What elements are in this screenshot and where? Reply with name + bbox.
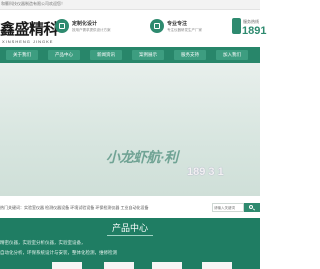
product-category-tab[interactable] bbox=[152, 262, 182, 269]
nav-label: 案例展示 bbox=[139, 52, 157, 57]
nav-item-about[interactable]: 关于我们 bbox=[6, 50, 38, 60]
feature-custom-design: 定制化设计 按用户需求提供设计方案 bbox=[55, 16, 115, 38]
feature-professional: 专业专注 专注仪器研发生产厂家 bbox=[150, 16, 210, 38]
product-category-tab[interactable] bbox=[52, 262, 82, 269]
hotline: 服务热线 1891 bbox=[232, 15, 266, 41]
logo-subtitle: XINSHENG JINGKE bbox=[2, 39, 54, 44]
search-input[interactable] bbox=[213, 204, 243, 211]
products-desc-line-1: 精密仪器，实验室分析仪器，实验室设备， bbox=[0, 240, 86, 245]
nav-label: 加入我们 bbox=[223, 52, 241, 57]
banner-phone: 189 3 1 bbox=[187, 166, 224, 178]
nav-item-products[interactable]: 产品中心 bbox=[48, 50, 80, 60]
nav-item-news[interactable]: 新闻资讯 bbox=[90, 50, 122, 60]
logo[interactable]: 鑫盛精科 XINSHENG JINGKE bbox=[0, 14, 59, 46]
heading-divider bbox=[107, 235, 153, 236]
nav-label: 产品中心 bbox=[55, 52, 73, 57]
banner-watermark: 小龙虾航·利 bbox=[106, 149, 178, 165]
product-category-tab[interactable] bbox=[104, 262, 134, 269]
search-button[interactable] bbox=[244, 203, 260, 212]
product-category-tab[interactable] bbox=[202, 262, 232, 269]
design-icon bbox=[55, 19, 69, 33]
logo-title: 鑫盛精科 bbox=[0, 20, 59, 38]
nav-label: 关于我们 bbox=[13, 52, 31, 57]
products-heading-text: 产品中心 bbox=[111, 223, 148, 233]
feature-desc: 专注仪器研发生产厂家 bbox=[167, 28, 202, 32]
nav-item-service[interactable]: 服务支持 bbox=[174, 50, 206, 60]
phone-icon bbox=[232, 18, 241, 34]
search-row: 热门关键词：实验室仪器 检测仪器设备 环境试验设备 环保检测仪器 工业自动化设备 bbox=[0, 203, 260, 213]
search-box[interactable] bbox=[212, 203, 244, 212]
professional-icon bbox=[150, 19, 164, 33]
hot-keywords: 热门关键词：实验室仪器 检测仪器设备 环境试验设备 环保检测仪器 工业自动化设备 bbox=[0, 205, 149, 210]
nav-label: 服务支持 bbox=[181, 52, 199, 57]
main-nav: 关于我们 产品中心 新闻资讯 案例展示 服务支持 加入我们 bbox=[0, 47, 260, 63]
nav-item-join[interactable]: 加入我们 bbox=[216, 50, 248, 60]
feature-desc: 按用户需求提供设计方案 bbox=[72, 28, 111, 32]
top-bar: 和衢科技仪器制造有限公司欢迎您！ bbox=[0, 0, 260, 10]
hero-banner[interactable]: 小龙虾航·利 189 3 1 bbox=[0, 63, 260, 196]
products-section: 产品中心 精密仪器，实验室分析仪器，实验室设备， 自动化分析，环保系统设计与安装… bbox=[0, 218, 260, 269]
welcome-text: 和衢科技仪器制造有限公司欢迎您！ bbox=[1, 1, 65, 6]
products-desc-line-2: 自动化分析，环保系统设计与安装，整体化检测，维修检测 bbox=[0, 250, 117, 255]
nav-item-cases[interactable]: 案例展示 bbox=[132, 50, 164, 60]
nav-label: 新闻资讯 bbox=[97, 52, 115, 57]
hotline-number: 1891 bbox=[242, 25, 267, 37]
feature-title: 定制化设计 bbox=[72, 21, 98, 27]
products-heading: 产品中心 bbox=[101, 222, 159, 234]
feature-title: 专业专注 bbox=[167, 21, 188, 27]
